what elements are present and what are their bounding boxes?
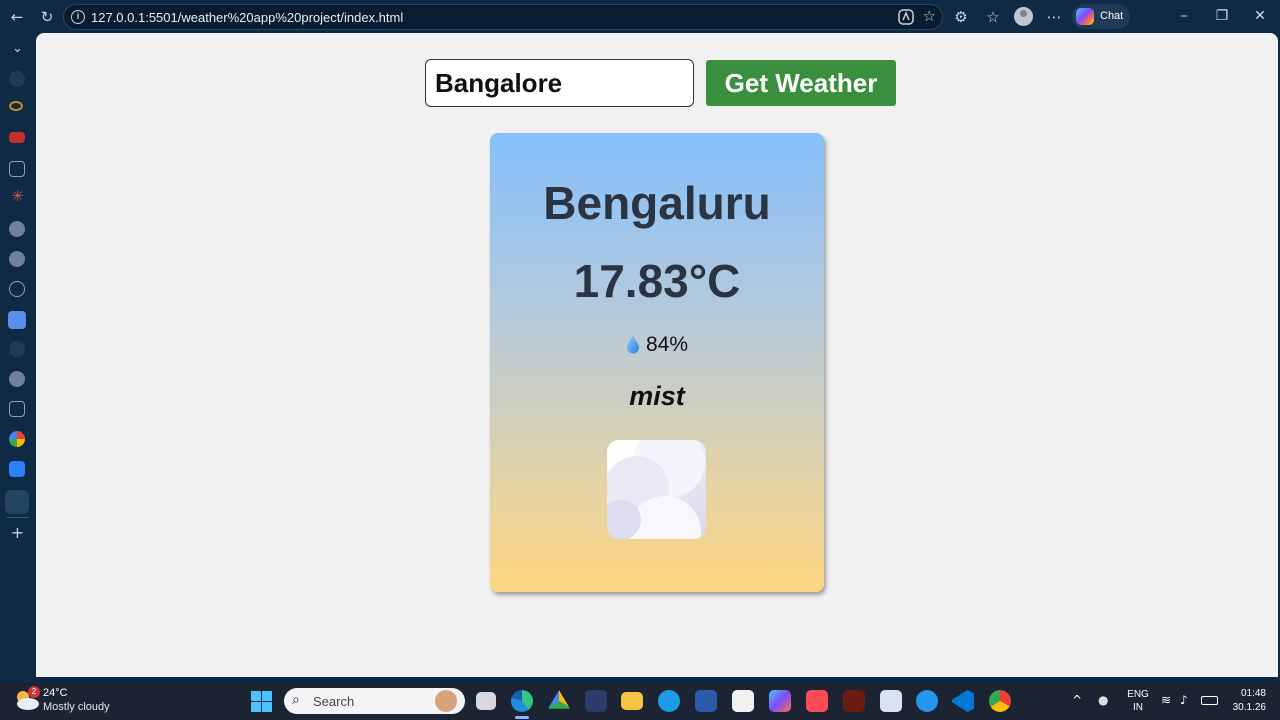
sidebar-app-icon-2[interactable] (9, 341, 25, 357)
profile-avatar[interactable] (1014, 7, 1033, 26)
get-weather-button[interactable]: Get Weather (706, 60, 896, 106)
favorite-star-icon[interactable]: ☆ (923, 7, 936, 25)
search-icon: ⌕ (292, 692, 300, 708)
sidebar-asterisk-icon[interactable]: ✳ (0, 187, 35, 205)
weather-card: Bengaluru 17.83°C 84% mist (490, 133, 824, 592)
language-indicator[interactable]: ENG IN (1127, 688, 1149, 714)
city-input[interactable] (425, 59, 694, 107)
temperature: 17.83°C (573, 255, 741, 307)
taskbar-weather-condition[interactable]: Mostly cloudy (43, 701, 110, 713)
sidebar-calendar-icon-2[interactable] (9, 401, 25, 417)
address-bar[interactable]: i 127.0.0.1:5501/weather%20app%20project… (63, 4, 943, 30)
youtube-icon[interactable] (9, 132, 25, 143)
volume-icon[interactable]: ♪ (1180, 693, 1188, 707)
add-icon[interactable]: + (0, 523, 35, 542)
taskbar-search[interactable]: ⌕ Search (284, 688, 465, 714)
vscode-icon[interactable] (952, 690, 974, 712)
sidebar-wave-icon-2[interactable] (9, 251, 25, 267)
sidebar-app-icon[interactable] (9, 71, 25, 87)
powershell-icon[interactable] (695, 690, 717, 712)
favorites-icon[interactable]: ☆ (982, 6, 1004, 28)
humidity-row: 84% (490, 333, 824, 357)
lang-code: ENG (1127, 689, 1149, 700)
clock-date: 30.1.26 (1232, 702, 1266, 713)
copilot-logo-icon (1076, 8, 1094, 25)
taskbar-search-label: Search (313, 694, 355, 709)
sidebar-play-icon[interactable] (8, 311, 26, 329)
file-explorer-icon[interactable] (621, 692, 643, 710)
battery-icon[interactable] (1201, 696, 1218, 705)
system-clock[interactable]: 01:48 30.1.26 (1226, 687, 1266, 715)
active-app-indicator (515, 716, 529, 719)
site-info-icon[interactable]: i (71, 10, 85, 24)
chat-label: Chat (1100, 10, 1124, 22)
back-icon[interactable]: ← (6, 6, 28, 28)
help-icon[interactable] (658, 690, 680, 712)
sidebar-divider (7, 517, 29, 518)
edge-icon[interactable] (511, 690, 533, 712)
taskbar-weather-temp[interactable]: 24°C (43, 687, 68, 699)
minimize-icon[interactable]: – (1174, 6, 1194, 26)
davinci-icon[interactable] (585, 690, 607, 712)
task-view-icon[interactable] (476, 692, 496, 710)
sidebar-p-icon[interactable] (9, 461, 25, 477)
lang-region: IN (1133, 702, 1143, 713)
snipping-tool-icon[interactable] (880, 690, 902, 712)
sidebar-wave-icon[interactable] (9, 221, 25, 237)
mist-cloud-icon (607, 440, 706, 539)
browser-sidebar: ⌄ ✳ + (0, 33, 35, 683)
tray-app-icon[interactable]: ● (1098, 693, 1108, 707)
notification-badge: 2 (28, 686, 40, 698)
sidebar-active-globe-icon[interactable] (5, 490, 29, 514)
apple-music-icon[interactable] (806, 690, 828, 712)
search-highlight-image (435, 690, 457, 712)
docker-icon[interactable] (916, 690, 938, 712)
sidebar-calendar-icon[interactable] (9, 161, 25, 177)
windows-start-icon[interactable] (251, 691, 272, 712)
game-app-icon[interactable] (843, 690, 865, 712)
extensions-icon[interactable]: ⚙ (950, 6, 972, 28)
water-drop-icon (626, 335, 639, 354)
sidebar-globe-icon[interactable] (9, 281, 25, 297)
page-viewport: Get Weather Bengaluru 17.83°C 84% mist (36, 33, 1278, 677)
clock-time: 01:48 (1240, 688, 1266, 699)
close-icon[interactable]: ✕ (1250, 6, 1270, 26)
copilot-page-icon[interactable] (898, 9, 914, 25)
restore-icon[interactable]: ❐ (1212, 6, 1232, 26)
wifi-icon[interactable]: ≋ (1161, 693, 1171, 707)
windows-taskbar: 2 24°C Mostly cloudy ⌕ Search ^ ● ENG IN… (0, 683, 1280, 720)
google-drive-icon[interactable] (548, 690, 570, 709)
copilot-icon[interactable] (769, 690, 791, 712)
refresh-icon[interactable]: ↻ (36, 6, 58, 28)
sidebar-wave-icon-3[interactable] (9, 371, 25, 387)
chrome-icon[interactable] (989, 690, 1011, 712)
city-name: Bengaluru (543, 177, 771, 229)
address-url[interactable]: 127.0.0.1:5501/weather%20app%20project/i… (91, 10, 403, 25)
weather-description: mist (629, 381, 685, 411)
sidebar-infinity-icon[interactable] (9, 101, 23, 111)
chevron-down-icon[interactable]: ⌄ (0, 41, 35, 56)
ms-store-icon[interactable] (732, 690, 754, 712)
google-icon[interactable] (9, 431, 25, 447)
copilot-chat-button[interactable]: Chat (1072, 4, 1130, 29)
more-options-icon[interactable]: ⋯ (1043, 6, 1065, 28)
browser-toolbar: ← ↻ i 127.0.0.1:5501/weather%20app%20pro… (0, 0, 1280, 33)
humidity-value: 84% (645, 333, 689, 356)
tray-expand-icon[interactable]: ^ (1072, 693, 1082, 707)
